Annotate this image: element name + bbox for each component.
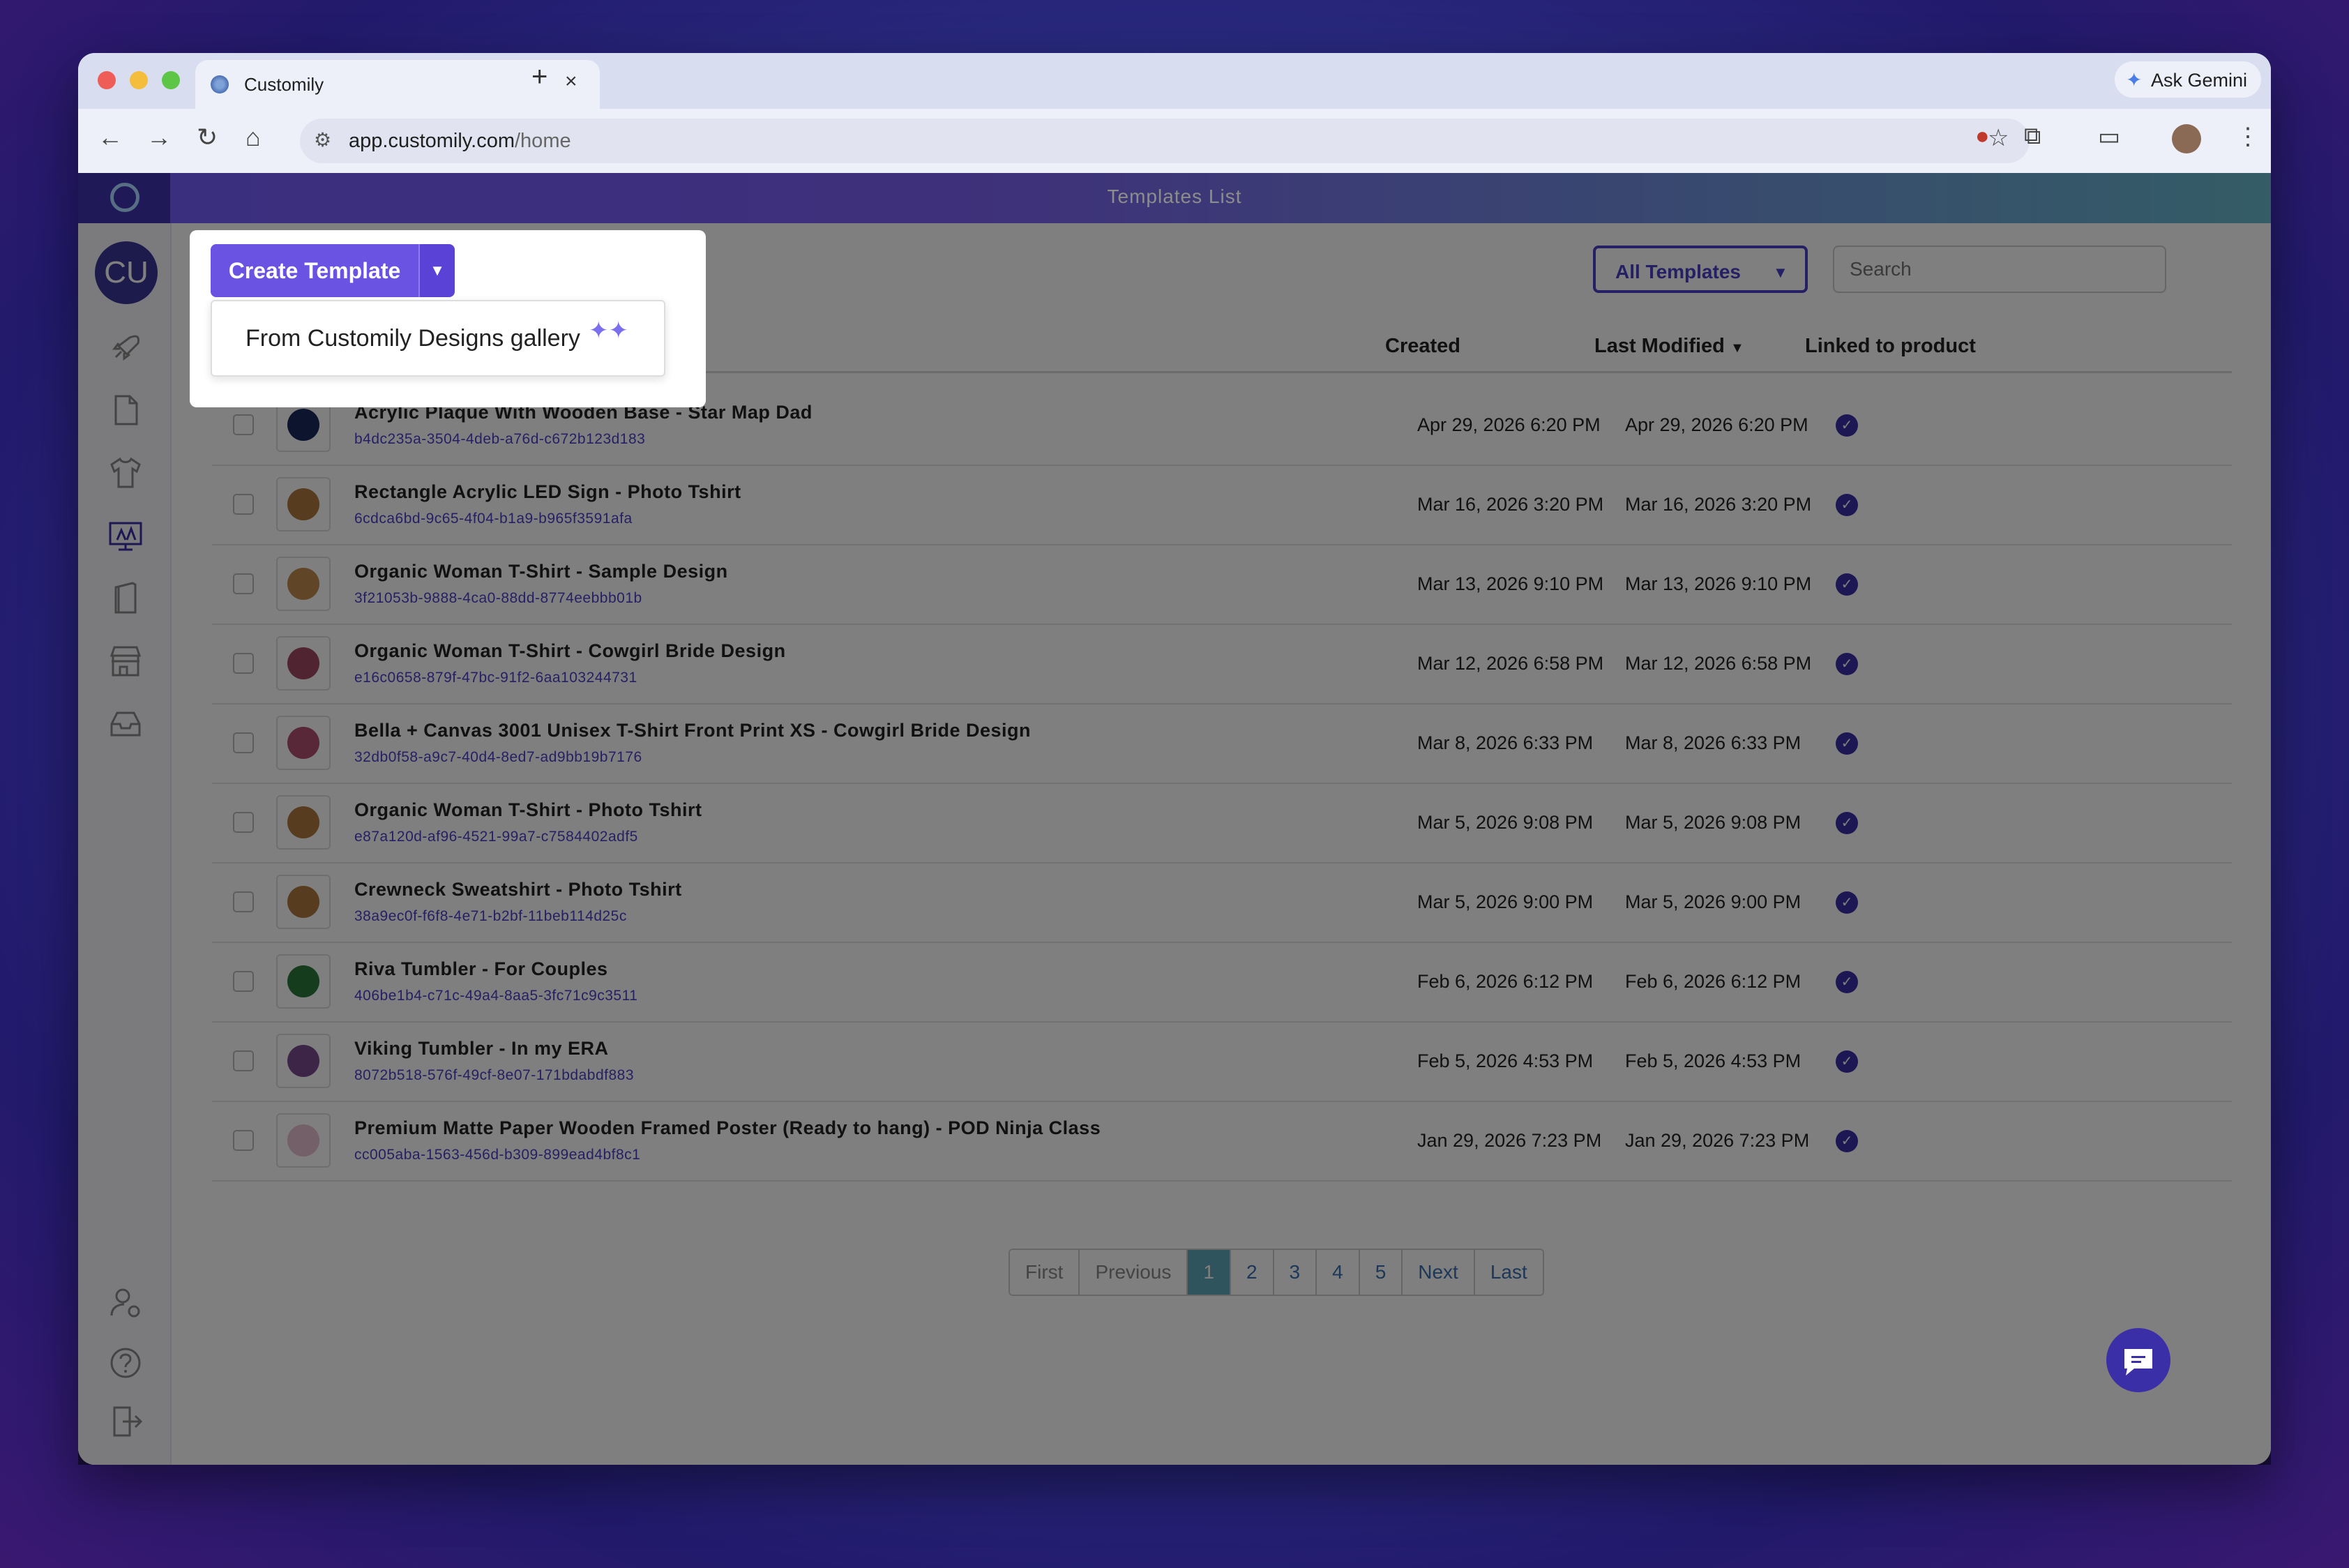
forward-arrow-icon[interactable]: → <box>146 123 172 152</box>
chat-support-button[interactable] <box>2106 1328 2170 1392</box>
menu-kebab-icon[interactable]: ⋮ <box>2236 123 2260 151</box>
ask-gemini-button[interactable]: ✦ Ask Gemini <box>2115 61 2261 98</box>
reload-icon[interactable]: ↻ <box>197 123 218 152</box>
tab-strip: Customily × + ✦ Ask Gemini <box>78 53 2271 109</box>
back-arrow-icon[interactable]: ← <box>98 123 123 152</box>
close-window-button[interactable] <box>98 71 116 89</box>
new-tab-button[interactable]: + <box>531 61 547 93</box>
tab-title: Customily <box>244 74 324 95</box>
ask-gemini-label: Ask Gemini <box>2151 70 2248 91</box>
extension-icon[interactable]: ● <box>1975 123 1990 150</box>
browser-toolbar: ← → ↻ ⌂ ⚙ app.customily.com/home ☆ ● ⧉ ▭… <box>78 109 2271 173</box>
site-settings-icon[interactable]: ⚙ <box>314 128 331 151</box>
url-path: /home <box>515 130 571 152</box>
customily-favicon-icon <box>211 75 229 93</box>
create-template-button[interactable]: Create Template <box>211 244 418 297</box>
home-icon[interactable]: ⌂ <box>246 123 261 152</box>
media-router-icon[interactable]: ▭ <box>2098 123 2120 151</box>
create-template-menu: From Customily Designs gallery ✦✦ <box>211 300 665 377</box>
bookmark-star-icon[interactable]: ☆ <box>1988 124 2009 152</box>
url-text: app.customily.com/home <box>349 130 571 153</box>
chat-bubble-icon <box>2124 1349 2152 1375</box>
modal-backdrop[interactable] <box>78 223 2271 1465</box>
sidebar-dim-spacer <box>78 173 170 1465</box>
create-template-caret-icon[interactable]: ▼ <box>418 244 455 297</box>
close-tab-icon[interactable]: × <box>565 70 577 93</box>
address-bar[interactable]: ⚙ app.customily.com/home ☆ <box>300 119 2030 163</box>
sparkle-icon: ✦✦ <box>589 317 628 344</box>
gemini-sparkle-icon: ✦ <box>2126 69 2143 91</box>
extensions-puzzle-icon[interactable]: ⧉ <box>2024 123 2041 150</box>
maximize-window-button[interactable] <box>162 71 180 89</box>
minimize-window-button[interactable] <box>130 71 148 89</box>
profile-avatar[interactable] <box>2172 124 2201 153</box>
url-host: app.customily.com <box>349 130 515 152</box>
header-dim <box>78 173 2271 223</box>
menu-item-customily-gallery[interactable]: From Customily Designs gallery <box>246 325 580 352</box>
